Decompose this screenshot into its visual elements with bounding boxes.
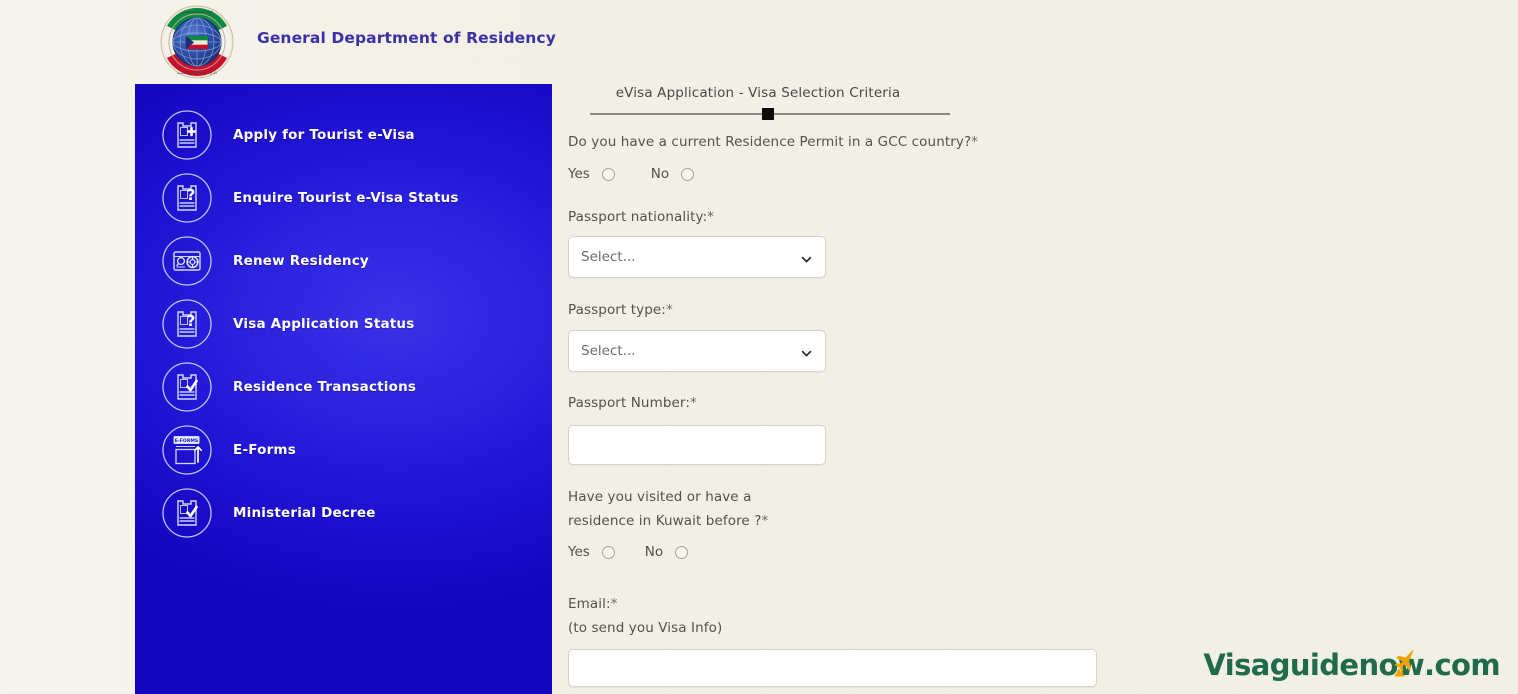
gcc-permit-radio-group: Yes No	[568, 166, 695, 182]
passport-nationality-label: Passport nationality:*	[568, 209, 714, 225]
kuwait-residence-question-line1: Have you visited or have a	[568, 489, 752, 505]
radio-label: Yes	[568, 166, 590, 182]
sidebar-item-e-forms[interactable]: E-FORMS E-Forms	[135, 422, 552, 478]
passport-nationality-label-text: Passport nationality:	[568, 209, 708, 225]
document-question-icon: ?	[161, 298, 213, 350]
sidebar-navigation: Apply for Tourist e-Visa ? Enquire Touri…	[135, 84, 552, 694]
form-progress-track	[590, 108, 950, 120]
sidebar-item-residence-transactions[interactable]: Residence Transactions	[135, 359, 552, 415]
radio-indicator[interactable]	[601, 167, 615, 181]
evisa-application-form: eVisa Application - Visa Selection Crite…	[552, 0, 1518, 694]
kuwait-residency-emblem-icon: الهيئة العامة للمعلومات الادارة العامة ل…	[159, 4, 235, 80]
document-plus-icon	[161, 109, 213, 161]
gcc-permit-question-label: Do you have a current Residence Permit i…	[568, 134, 978, 150]
required-marker: *	[665, 302, 673, 318]
passport-type-label-text: Passport type:	[568, 302, 666, 318]
sidebar-item-label: Residence Transactions	[233, 379, 417, 395]
email-label: Email:*	[568, 596, 617, 612]
kuwait-residence-radio-group: Yes No	[568, 544, 689, 560]
kuwait-residence-radio-yes[interactable]: Yes	[568, 544, 615, 560]
sidebar-item-label: Enquire Tourist e-Visa Status	[233, 190, 459, 206]
required-marker: *	[761, 513, 769, 529]
passport-number-label-text: Passport Number:	[568, 395, 690, 411]
radio-label: Yes	[568, 544, 590, 560]
email-hint: (to send you Visa Info)	[568, 620, 723, 636]
svg-text:الادارة العامة لشؤون الاقامة: الادارة العامة لشؤون الاقامة	[177, 71, 216, 75]
radio-indicator[interactable]	[601, 545, 615, 559]
radio-label: No	[644, 544, 664, 560]
kuwait-residence-radio-no[interactable]: No	[644, 544, 689, 560]
sidebar-item-label: Renew Residency	[233, 253, 369, 269]
visaguidenow-watermark: Visaguidenow .com	[1203, 648, 1501, 682]
e-form-upload-icon: E-FORMS	[161, 424, 213, 476]
kuwait-residence-question-line2: residence in Kuwait before ?	[568, 513, 762, 529]
radio-indicator[interactable]	[681, 167, 695, 181]
required-marker: *	[971, 134, 979, 150]
svg-text:?: ?	[187, 186, 196, 204]
sidebar-item-apply-tourist-evisa[interactable]: Apply for Tourist e-Visa	[135, 107, 552, 163]
passport-type-value: Select...	[581, 343, 636, 359]
sidebar-item-ministerial-decree[interactable]: Ministerial Decree	[135, 485, 552, 541]
passport-type-select[interactable]: Select...	[568, 330, 826, 372]
page-title: General Department of Residency	[257, 29, 556, 47]
email-input[interactable]	[568, 649, 1097, 687]
required-marker: *	[610, 596, 618, 612]
svg-text:?: ?	[187, 312, 196, 330]
email-label-text: Email:	[568, 596, 611, 612]
passport-number-input[interactable]	[568, 425, 826, 465]
form-progress-marker	[762, 108, 774, 120]
airplane-takeoff-icon	[1385, 644, 1419, 678]
radio-label: No	[650, 166, 670, 182]
chevron-down-icon	[800, 251, 813, 264]
sidebar-item-label: Ministerial Decree	[233, 505, 376, 521]
svg-text:الهيئة العامة للمعلومات: الهيئة العامة للمعلومات	[181, 10, 214, 14]
passport-type-label: Passport type:*	[568, 302, 673, 318]
sidebar-item-renew-residency[interactable]: Renew Residency	[135, 233, 552, 289]
passport-nationality-value: Select...	[581, 249, 636, 265]
sidebar-item-label: E-Forms	[233, 442, 296, 458]
form-heading: eVisa Application - Visa Selection Crite…	[615, 85, 901, 101]
gcc-permit-radio-no[interactable]: No	[650, 166, 695, 182]
document-check-icon	[161, 361, 213, 413]
sidebar-item-label: Apply for Tourist e-Visa	[233, 127, 415, 143]
sidebar-item-label: Visa Application Status	[233, 316, 415, 332]
sidebar-item-visa-application-status[interactable]: ? Visa Application Status	[135, 296, 552, 352]
watermark-text-domain: .com	[1424, 648, 1501, 682]
passport-number-label: Passport Number:*	[568, 395, 697, 411]
kuwait-residence-question-label: residence in Kuwait before ?*	[568, 513, 768, 529]
required-marker: *	[707, 209, 715, 225]
chevron-down-icon	[800, 345, 813, 358]
passport-nationality-select[interactable]: Select...	[568, 236, 826, 278]
id-card-renew-icon	[161, 235, 213, 287]
required-marker: *	[689, 395, 697, 411]
document-check-icon	[161, 487, 213, 539]
sidebar-item-enquire-tourist-evisa-status[interactable]: ? Enquire Tourist e-Visa Status	[135, 170, 552, 226]
radio-indicator[interactable]	[675, 545, 689, 559]
svg-text:E-FORMS: E-FORMS	[175, 438, 199, 444]
gcc-permit-question-text: Do you have a current Residence Permit i…	[568, 134, 972, 150]
gcc-permit-radio-yes[interactable]: Yes	[568, 166, 615, 182]
document-question-icon: ?	[161, 172, 213, 224]
